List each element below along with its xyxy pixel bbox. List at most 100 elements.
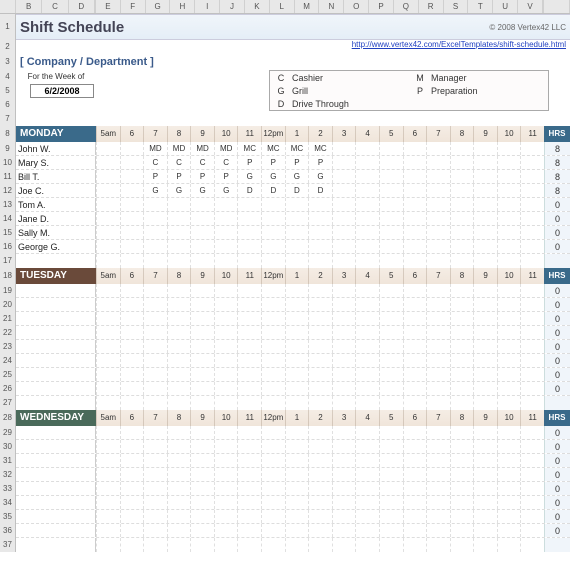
shift-cell[interactable] bbox=[379, 170, 403, 183]
shift-cell[interactable] bbox=[190, 340, 214, 353]
shift-cell[interactable] bbox=[473, 340, 497, 353]
shift-cell[interactable] bbox=[285, 368, 309, 381]
employee-name-cell[interactable]: Bill T. bbox=[16, 170, 96, 183]
shift-cell[interactable] bbox=[450, 440, 474, 453]
shift-cell[interactable] bbox=[261, 354, 285, 367]
row-header-1[interactable]: 1 bbox=[0, 14, 16, 40]
shift-cell[interactable] bbox=[214, 510, 238, 523]
shift-cell[interactable] bbox=[190, 240, 214, 253]
col-header-I[interactable]: I bbox=[195, 0, 220, 13]
shift-cell[interactable] bbox=[261, 382, 285, 395]
empty-cell[interactable] bbox=[426, 538, 450, 552]
empty-cell[interactable] bbox=[261, 396, 285, 410]
employee-name-cell[interactable]: George G. bbox=[16, 240, 96, 253]
shift-cell[interactable] bbox=[237, 468, 261, 481]
shift-cell[interactable] bbox=[120, 368, 144, 381]
row-header-13[interactable]: 13 bbox=[0, 198, 16, 212]
shift-cell[interactable] bbox=[237, 340, 261, 353]
empty-cell[interactable] bbox=[120, 254, 144, 268]
shift-cell[interactable] bbox=[237, 368, 261, 381]
shift-cell[interactable] bbox=[403, 142, 427, 155]
shift-cell[interactable] bbox=[426, 212, 450, 225]
empty-cell[interactable] bbox=[403, 254, 427, 268]
shift-cell[interactable] bbox=[285, 382, 309, 395]
shift-cell[interactable] bbox=[167, 368, 191, 381]
shift-cell[interactable] bbox=[426, 368, 450, 381]
empty-cell[interactable] bbox=[403, 538, 427, 552]
col-header-C[interactable]: C bbox=[42, 0, 68, 13]
row-header-35[interactable]: 35 bbox=[0, 510, 16, 524]
shift-cell[interactable] bbox=[96, 226, 120, 239]
shift-cell[interactable] bbox=[285, 454, 309, 467]
col-header-V[interactable]: V bbox=[518, 0, 543, 13]
empty-cell[interactable] bbox=[167, 396, 191, 410]
shift-cell[interactable] bbox=[497, 440, 521, 453]
shift-cell[interactable] bbox=[473, 284, 497, 297]
shift-cell[interactable] bbox=[520, 524, 544, 537]
shift-cell[interactable] bbox=[426, 156, 450, 169]
shift-cell[interactable] bbox=[237, 354, 261, 367]
row-header-12[interactable]: 12 bbox=[0, 184, 16, 198]
shift-cell[interactable] bbox=[261, 240, 285, 253]
shift-cell[interactable] bbox=[450, 454, 474, 467]
employee-name-cell[interactable] bbox=[16, 524, 96, 537]
shift-cell[interactable]: D bbox=[285, 184, 309, 197]
row-header-27[interactable]: 27 bbox=[0, 396, 16, 410]
shift-cell[interactable] bbox=[355, 354, 379, 367]
shift-cell[interactable] bbox=[214, 482, 238, 495]
shift-cell[interactable] bbox=[355, 198, 379, 211]
shift-cell[interactable] bbox=[403, 368, 427, 381]
shift-cell[interactable] bbox=[120, 142, 144, 155]
shift-cell[interactable] bbox=[450, 368, 474, 381]
empty-cell[interactable] bbox=[190, 254, 214, 268]
shift-cell[interactable] bbox=[379, 284, 403, 297]
col-header-O[interactable]: O bbox=[344, 0, 369, 13]
shift-cell[interactable] bbox=[261, 440, 285, 453]
shift-cell[interactable]: G bbox=[190, 184, 214, 197]
shift-cell[interactable] bbox=[355, 312, 379, 325]
shift-cell[interactable] bbox=[332, 198, 356, 211]
shift-cell[interactable] bbox=[497, 454, 521, 467]
shift-cell[interactable] bbox=[190, 440, 214, 453]
shift-cell[interactable] bbox=[520, 510, 544, 523]
shift-cell[interactable] bbox=[143, 468, 167, 481]
shift-cell[interactable] bbox=[190, 284, 214, 297]
row-header-31[interactable]: 31 bbox=[0, 454, 16, 468]
shift-cell[interactable] bbox=[403, 184, 427, 197]
shift-cell[interactable]: G bbox=[143, 184, 167, 197]
shift-cell[interactable] bbox=[143, 312, 167, 325]
row-header-24[interactable]: 24 bbox=[0, 354, 16, 368]
shift-cell[interactable] bbox=[214, 440, 238, 453]
shift-cell[interactable] bbox=[308, 510, 332, 523]
empty-cell[interactable] bbox=[143, 538, 167, 552]
col-header-D[interactable]: D bbox=[69, 0, 95, 13]
shift-cell[interactable] bbox=[355, 284, 379, 297]
row-header-16[interactable]: 16 bbox=[0, 240, 16, 254]
shift-cell[interactable] bbox=[285, 496, 309, 509]
shift-cell[interactable] bbox=[520, 226, 544, 239]
shift-cell[interactable] bbox=[450, 482, 474, 495]
row-header-6[interactable]: 6 bbox=[0, 98, 16, 112]
shift-cell[interactable]: G bbox=[308, 170, 332, 183]
empty-cell[interactable] bbox=[308, 254, 332, 268]
shift-cell[interactable] bbox=[355, 382, 379, 395]
shift-cell[interactable] bbox=[520, 284, 544, 297]
shift-cell[interactable] bbox=[379, 142, 403, 155]
shift-cell[interactable] bbox=[355, 212, 379, 225]
shift-cell[interactable] bbox=[167, 240, 191, 253]
shift-cell[interactable]: G bbox=[237, 170, 261, 183]
shift-cell[interactable] bbox=[520, 482, 544, 495]
shift-cell[interactable] bbox=[285, 482, 309, 495]
col-header-L[interactable]: L bbox=[270, 0, 295, 13]
shift-cell[interactable] bbox=[403, 340, 427, 353]
shift-cell[interactable] bbox=[450, 468, 474, 481]
empty-cell[interactable] bbox=[285, 538, 309, 552]
shift-cell[interactable] bbox=[379, 440, 403, 453]
shift-cell[interactable] bbox=[237, 226, 261, 239]
empty-cell[interactable] bbox=[355, 396, 379, 410]
shift-cell[interactable] bbox=[120, 524, 144, 537]
shift-cell[interactable] bbox=[379, 340, 403, 353]
empty-cell[interactable] bbox=[497, 254, 521, 268]
shift-cell[interactable] bbox=[473, 298, 497, 311]
shift-cell[interactable] bbox=[379, 382, 403, 395]
